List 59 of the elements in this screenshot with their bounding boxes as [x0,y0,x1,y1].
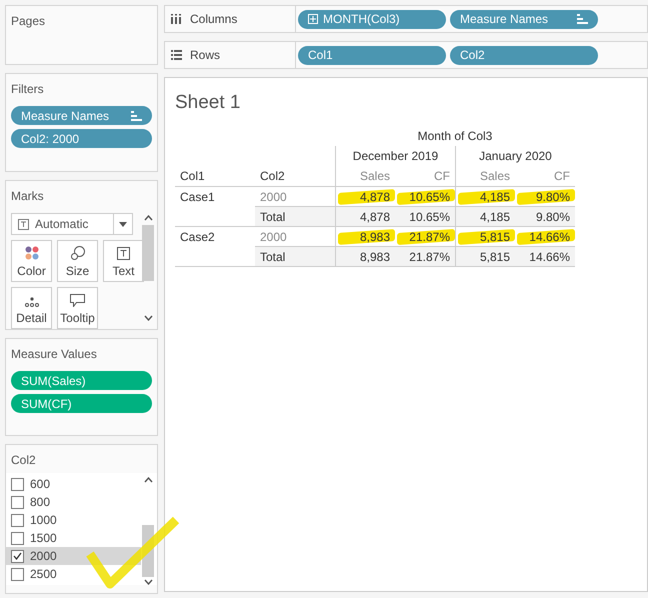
measure-header: Sales [480,169,510,183]
month-header: December 2019 [352,149,438,163]
filter-value: 1500 [30,531,57,545]
mark-button[interactable]: Color [11,240,52,282]
filter-value: 2000 [30,549,57,563]
row-label: 2000 [260,230,287,244]
table-cell: 4,878 [360,210,390,224]
filter-value: 600 [30,477,50,491]
column-header: Month of Col3 [418,129,492,143]
table-cell: 5,815 [480,230,510,244]
table-cell: 8,983 [360,230,390,244]
table-cell: 4,185 [480,190,510,204]
panel-title: Col2 [11,453,37,467]
row-label: 2000 [260,190,287,204]
filter-value: 800 [30,495,50,509]
panel-title: Filters [11,82,45,96]
shelf-pill[interactable]: Col2 [450,46,598,64]
mark-button[interactable]: Text [103,240,144,282]
table-cell: 14.66% [529,250,570,264]
row-label: Case1 [180,190,215,204]
month-header: January 2020 [479,149,552,163]
filter-pill[interactable]: Col2: 2000 [11,129,152,148]
panel-title: Marks [11,189,45,203]
table-cell: 5,815 [480,250,510,264]
mark-button[interactable]: Tooltip [57,287,98,329]
table-cell: 9.80% [536,190,570,204]
table-cell: 21.87% [409,250,450,264]
measure-header: Sales [360,169,390,183]
shelf-label: Rows [190,48,220,62]
filter-value: 1000 [30,513,57,527]
table-cell: 8,983 [360,250,390,264]
table-cell: 14.66% [529,230,570,244]
panel-title: Measure Values [11,347,98,361]
row-label: Case2 [180,230,215,244]
row-label: Total [260,210,286,224]
measure-pill[interactable]: SUM(Sales) [11,371,152,390]
row-header: Col2 [260,169,285,183]
shelf-label: Columns [190,12,238,26]
sheet-title: Sheet 1 [175,92,242,114]
row-label: Total [260,250,286,264]
table-cell: 9.80% [536,210,570,224]
measure-pill[interactable]: SUM(CF) [11,394,152,413]
measure-header: CF [434,169,450,183]
measure-header: CF [554,169,570,183]
mark-type-dropdown[interactable]: Automatic [11,213,133,235]
row-header: Col1 [180,169,205,183]
table-cell: 10.65% [409,210,450,224]
table-cell: 4,185 [480,210,510,224]
table-cell: 4,878 [360,190,390,204]
shelf-pill[interactable]: Col1 [298,46,446,64]
shelf-pill[interactable]: MONTH(Col3) [298,10,446,28]
filter-value: 2500 [30,567,57,581]
filter-pill[interactable]: Measure Names [11,106,152,125]
shelf-pill[interactable]: Measure Names [450,10,598,28]
panel-title: Pages [11,14,46,28]
mark-button[interactable]: Detail [11,287,52,329]
mark-button[interactable]: Size [57,240,98,282]
table-cell: 10.65% [409,190,450,204]
table-cell: 21.87% [409,230,450,244]
